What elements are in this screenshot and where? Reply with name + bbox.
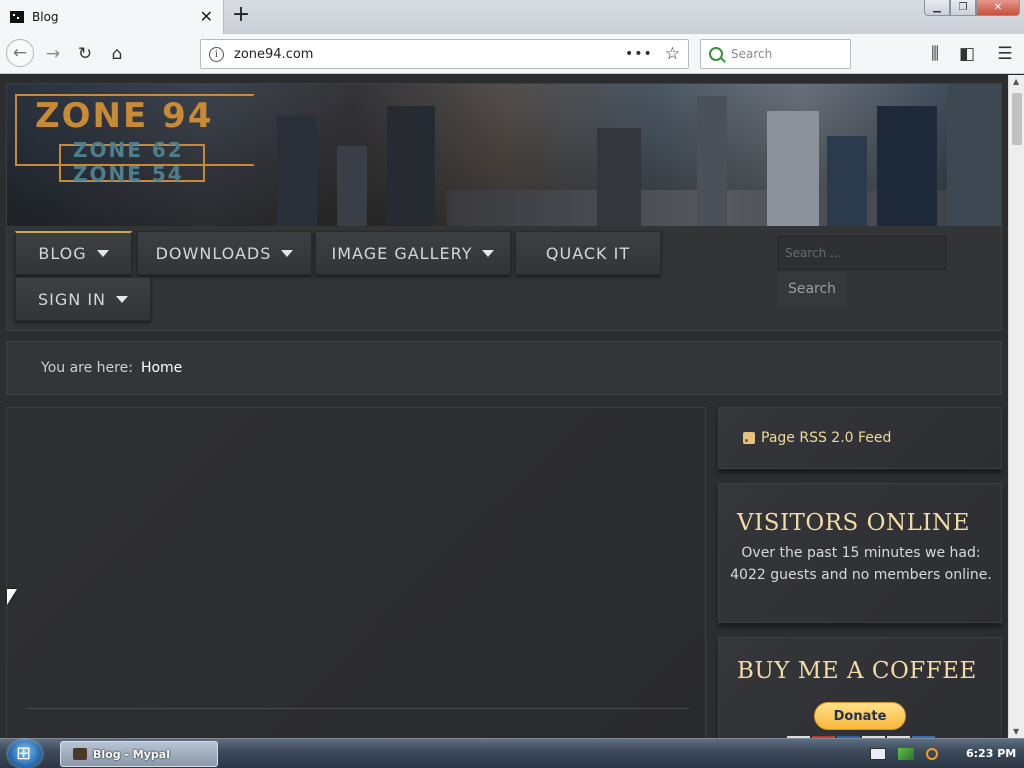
visitors-online-title: VISITORS ONLINE	[737, 510, 970, 536]
close-window-button[interactable]: ✕	[976, 0, 1020, 16]
caret-down-icon	[116, 295, 128, 303]
system-tray	[870, 744, 938, 764]
site-search-button[interactable]: Search	[778, 272, 846, 306]
library-button[interactable]: ⫼	[922, 41, 948, 67]
scroll-down-icon[interactable]: ▼	[1013, 727, 1019, 736]
mouse-cursor-icon	[7, 589, 17, 605]
menu-item-sign-in[interactable]: SIGN IN	[15, 277, 151, 321]
page-actions-button[interactable]: •••	[625, 46, 653, 62]
menu-item-downloads[interactable]: DOWNLOADS	[137, 231, 312, 275]
keyboard-icon[interactable]	[870, 748, 886, 760]
menu-item-label: QUACK IT	[545, 243, 631, 263]
site-logo[interactable]: ZONE 94	[35, 96, 213, 136]
browser-tab-strip: Blog ✕ + ▁ ❐ ✕	[0, 0, 1024, 34]
rss-module: Page RSS 2.0 Feed	[718, 407, 1002, 469]
caret-down-icon	[281, 249, 294, 257]
menu-item-label: DOWNLOADS	[155, 243, 272, 263]
forward-button[interactable]: →	[40, 41, 66, 67]
taskbar-clock[interactable]: 6:23 PM	[966, 747, 1016, 760]
window-controls: ▁ ❐ ✕	[924, 0, 1020, 16]
search-tray-icon[interactable]	[926, 748, 938, 760]
address-bar[interactable]: i zone94.com ••• ☆	[200, 39, 689, 69]
scrollbar-thumb[interactable]	[1012, 93, 1022, 145]
search-engine-icon[interactable]	[709, 47, 723, 61]
menu-item-image-gallery[interactable]: IMAGE GALLERY	[315, 231, 511, 275]
menu-item-label: SIGN IN	[37, 289, 106, 309]
bookmark-star-icon[interactable]: ☆	[665, 44, 680, 64]
hamburger-icon: ☰	[997, 44, 1013, 64]
visitors-online-text: Over the past 15 minutes we had: 4022 gu…	[730, 545, 992, 583]
visitors-online-module: VISITORS ONLINE Over the past 15 minutes…	[718, 483, 1002, 623]
content-divider	[27, 708, 689, 709]
browser-search-bar[interactable]	[700, 39, 851, 69]
breadcrumb-home: Home	[140, 360, 183, 376]
minimize-button[interactable]: ▁	[924, 0, 950, 16]
mypal-app-icon	[73, 748, 87, 760]
page-scrollbar[interactable]: ▲ ▼	[1008, 75, 1024, 738]
taskbar-window-button[interactable]: Blog - Mypal	[60, 741, 218, 767]
site-info-icon[interactable]: i	[209, 46, 224, 62]
tab-close-button[interactable]: ✕	[200, 9, 213, 25]
scroll-up-icon[interactable]: ▲	[1013, 77, 1019, 86]
logo-sub-line-2: ZONE 54	[73, 162, 184, 186]
logo-sub-line-1: ZONE 62	[73, 138, 184, 162]
reload-button[interactable]: ↻	[72, 41, 98, 67]
browser-toolbar: ← → ↻ ⌂ i zone94.com ••• ☆ ⫼ ◧ ☰	[0, 34, 1024, 74]
home-button[interactable]: ⌂	[104, 41, 130, 67]
tab-title: Blog	[32, 10, 59, 24]
sidebar-toggle-button[interactable]: ◧	[954, 41, 980, 67]
menu-item-blog[interactable]: BLOG	[15, 231, 132, 275]
browser-search-input[interactable]	[731, 47, 841, 61]
arrow-left-icon: ←	[12, 43, 28, 63]
breadcrumb: You are here: Home	[6, 341, 1002, 395]
main-content	[6, 407, 706, 738]
paypal-donate-button[interactable]: Donate	[814, 702, 906, 730]
library-icon: ⫼	[931, 44, 939, 64]
menu-item-quack-it[interactable]: QUACK IT	[515, 231, 661, 275]
site-search-input[interactable]	[778, 236, 946, 270]
open-menu-button[interactable]: ☰	[992, 41, 1018, 67]
os-taskbar: Blog - Mypal 6:23 PM	[0, 738, 1024, 768]
menu-item-label: BLOG	[38, 244, 87, 263]
site-header: ZONE 94 ZONE 62 ZONE 54 BLOG DOWNLOADS I…	[6, 83, 1002, 331]
caret-down-icon	[96, 250, 109, 257]
new-tab-button[interactable]: +	[229, 4, 253, 28]
back-button[interactable]: ←	[6, 39, 34, 67]
caret-down-icon	[482, 249, 495, 257]
site-favicon-icon	[10, 11, 24, 23]
menu-item-label: IMAGE GALLERY	[331, 243, 473, 263]
buy-me-a-coffee-title: BUY ME A COFFEE	[737, 658, 977, 684]
arrow-right-icon: →	[45, 44, 61, 64]
buy-me-a-coffee-module: BUY ME A COFFEE Donate	[718, 637, 1002, 738]
home-icon: ⌂	[111, 44, 123, 64]
page-viewport: ZONE 94 ZONE 62 ZONE 54 BLOG DOWNLOADS I…	[0, 75, 1008, 738]
taskbar-window-label: Blog - Mypal	[93, 747, 170, 761]
reload-icon: ↻	[77, 44, 93, 64]
url-text[interactable]: zone94.com	[234, 47, 625, 62]
rss-feed-link[interactable]: Page RSS 2.0 Feed	[761, 430, 891, 446]
breadcrumb-label: You are here:	[41, 360, 133, 376]
rss-feed-icon	[743, 432, 755, 444]
browser-tab-active[interactable]: Blog ✕	[0, 0, 224, 34]
restore-button[interactable]: ❐	[950, 0, 976, 16]
header-banner-image: ZONE 94 ZONE 62 ZONE 54	[7, 84, 1001, 226]
start-button[interactable]	[8, 740, 42, 768]
network-icon[interactable]	[898, 748, 914, 760]
sidebar-icon: ◧	[958, 44, 976, 64]
